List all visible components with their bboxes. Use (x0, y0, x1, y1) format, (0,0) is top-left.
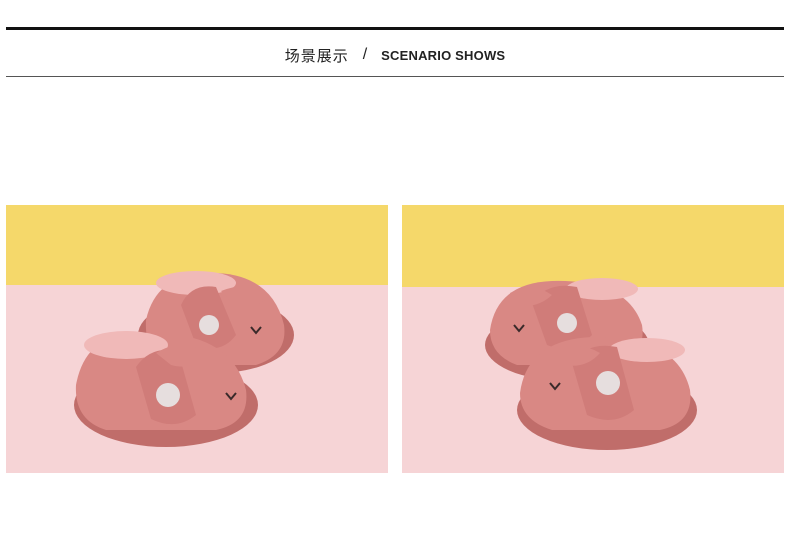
scene-photo-right (402, 205, 784, 473)
scene-photo-left (6, 205, 388, 473)
heading-separator: / (362, 46, 368, 63)
bottom-divider (6, 76, 784, 77)
heading-cn: 场景展示 (284, 47, 349, 65)
heading-en: SCENARIO SHOWS (381, 47, 506, 63)
section-heading: 场景展示 / SCENARIO SHOWS (0, 44, 790, 66)
top-divider (6, 27, 784, 30)
